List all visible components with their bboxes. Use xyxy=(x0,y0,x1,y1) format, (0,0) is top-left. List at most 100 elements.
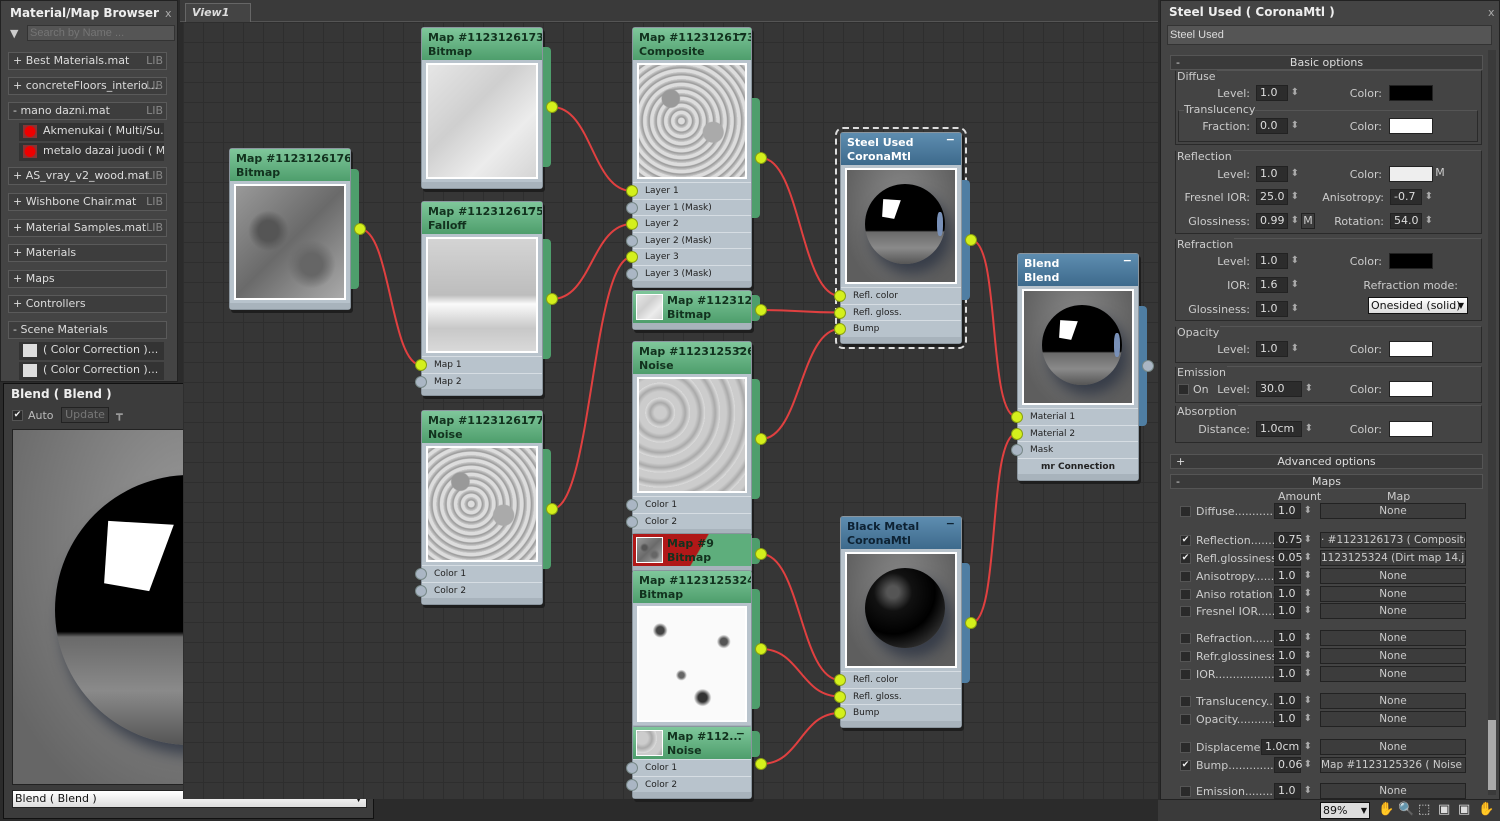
map-button[interactable]: Map #1123125326 ( Noise ) xyxy=(1320,757,1466,773)
map-enable-checkbox[interactable]: ✔ xyxy=(1180,553,1191,564)
field-spinner[interactable]: 1.0 xyxy=(1256,85,1299,101)
options-dropdown-icon[interactable]: ▼ xyxy=(10,27,18,40)
map-amount-spinner[interactable]: 1.0cm xyxy=(1261,739,1312,755)
map-button[interactable]: None xyxy=(1320,586,1466,602)
input-socket[interactable] xyxy=(626,515,638,528)
zoom-icon[interactable]: 🔍 xyxy=(1398,802,1414,817)
map-amount-spinner[interactable]: 1.0 xyxy=(1274,568,1312,584)
map-button[interactable]: None xyxy=(1320,711,1466,727)
map-enable-checkbox[interactable] xyxy=(1180,786,1191,797)
node-composite[interactable]: Map #1123126173 Composite − Layer 1 Layer 1 … xyxy=(626,27,767,288)
library-item[interactable]: Akmenukai ( Multi/Su... xyxy=(19,123,164,141)
output-socket[interactable] xyxy=(965,617,977,629)
input-socket[interactable] xyxy=(834,690,846,703)
input-socket[interactable] xyxy=(834,323,846,335)
map-button[interactable]: None xyxy=(1320,693,1466,709)
map-enable-checkbox[interactable]: ✔ xyxy=(1180,535,1191,546)
field-spinner[interactable]: 0.0 xyxy=(1256,118,1299,134)
node-resize-grip[interactable] xyxy=(230,303,350,309)
library-item[interactable]: + Material Samples.mat LIB xyxy=(8,219,167,237)
minimize-icon[interactable]: − xyxy=(527,411,536,425)
node-header[interactable]: Map #1123126173 Composite − xyxy=(633,28,751,60)
library-item[interactable]: - mano dazni.mat LIB xyxy=(8,102,167,120)
update-button[interactable]: Update xyxy=(61,407,109,423)
minimize-icon[interactable]: − xyxy=(1123,254,1132,268)
node-bitmap[interactable]: Map #1123125324 Bitmap xyxy=(632,570,767,732)
library-item[interactable]: + Controllers xyxy=(8,295,167,313)
input-socket[interactable] xyxy=(626,251,638,263)
map-enable-checkbox[interactable] xyxy=(1180,696,1191,707)
minimize-icon[interactable]: − xyxy=(736,727,745,741)
map-enable-checkbox[interactable] xyxy=(1180,589,1191,600)
node-resize-grip[interactable] xyxy=(841,336,961,343)
node-resize-grip[interactable] xyxy=(422,389,542,395)
map-button[interactable]: None xyxy=(1320,568,1466,584)
node-blend[interactable]: Blend Blend − Material 1 Material 2 Mask mr Co… xyxy=(1011,253,1154,481)
scrollbar[interactable] xyxy=(1488,50,1496,795)
color-swatch[interactable] xyxy=(1389,421,1433,437)
node-bitmap[interactable]: Map #1123126176 Bitmap xyxy=(229,148,366,310)
color-swatch[interactable] xyxy=(1389,166,1433,182)
library-item[interactable]: + Materials xyxy=(8,244,167,262)
library-item[interactable]: + AS_vray_v2_wood.mat LIB xyxy=(8,167,167,185)
map-button[interactable]: None xyxy=(1320,503,1466,519)
output-socket[interactable] xyxy=(755,304,767,316)
minimize-icon[interactable]: − xyxy=(527,202,536,216)
node-header[interactable]: Map #1123125326 Noise − xyxy=(633,342,751,374)
input-socket[interactable] xyxy=(626,499,638,511)
node-resize-grip[interactable] xyxy=(841,720,961,727)
map-button[interactable]: None xyxy=(1320,739,1466,755)
node-header[interactable]: Map #1123126173 Bitmap xyxy=(422,28,542,60)
map-enable-checkbox[interactable] xyxy=(1180,571,1191,582)
material-name-input[interactable] xyxy=(1167,25,1492,45)
minimize-icon[interactable]: − xyxy=(946,133,955,147)
node-header[interactable]: Map #1123126177 Noise − xyxy=(422,411,542,443)
pan-to-selected-icon[interactable]: ✋ xyxy=(1478,802,1494,817)
node-coronamtl[interactable]: Black Metal CoronaMtl − Refl. color Refl. gl… xyxy=(834,516,977,728)
zoom-region-icon[interactable]: ⬚ xyxy=(1418,802,1430,817)
input-socket[interactable] xyxy=(415,375,427,388)
map-amount-spinner[interactable]: 1.0 xyxy=(1274,666,1312,682)
map-amount-spinner[interactable]: 1.0 xyxy=(1274,648,1312,664)
search-input[interactable] xyxy=(27,25,175,41)
library-item[interactable]: metalo dazai juodi ( M... xyxy=(19,143,164,161)
input-socket[interactable] xyxy=(626,218,638,230)
input-socket[interactable] xyxy=(415,568,427,580)
input-socket[interactable] xyxy=(415,359,427,371)
input-socket[interactable] xyxy=(415,584,427,597)
input-socket[interactable] xyxy=(626,185,638,197)
node-header[interactable]: Map #112312...Bitmap xyxy=(633,291,751,323)
map-amount-spinner[interactable]: 0.75 xyxy=(1274,532,1312,548)
input-socket[interactable] xyxy=(626,762,638,774)
node-header[interactable]: Map #1123126176 Bitmap xyxy=(230,149,350,181)
color-swatch[interactable] xyxy=(1389,381,1433,397)
field-spinner[interactable]: 1.6 xyxy=(1256,277,1299,293)
map-amount-spinner[interactable]: 0.05 xyxy=(1274,550,1312,566)
map-button[interactable]: None xyxy=(1320,630,1466,646)
auto-checkbox[interactable]: ✔ xyxy=(12,410,23,421)
node-bitmap[interactable]: Map #9 Bitmap xyxy=(632,533,767,573)
display-options-icon[interactable]: ┳ xyxy=(116,408,123,421)
library-item[interactable]: - Scene Materials xyxy=(8,321,167,339)
node-bitmap[interactable]: Map #1123126173 Bitmap xyxy=(421,27,558,189)
zoom-dropdown[interactable]: 89% ▼ xyxy=(1320,802,1370,819)
map-enable-checkbox[interactable] xyxy=(1180,506,1191,517)
field-spinner[interactable]: -0.7 xyxy=(1390,189,1433,205)
input-socket[interactable] xyxy=(1011,411,1023,423)
map-amount-spinner[interactable]: 1.0 xyxy=(1274,711,1312,727)
library-item[interactable]: + Maps xyxy=(8,270,167,288)
node-noise[interactable]: Map #1123126177 Noise − Color 1 Color 2 xyxy=(415,410,558,605)
node-bitmap[interactable]: Map #112312...Bitmap xyxy=(632,290,767,330)
input-socket[interactable] xyxy=(834,674,846,686)
map-enable-checkbox[interactable]: ✔ xyxy=(1180,760,1191,771)
mr-connection-rollout[interactable]: mr Connection xyxy=(1018,457,1138,475)
input-socket[interactable] xyxy=(626,234,638,247)
map-button[interactable]: M xyxy=(1434,166,1446,182)
node-resize-grip[interactable] xyxy=(633,281,751,287)
maps-rollout[interactable]: - Maps xyxy=(1170,474,1483,489)
color-swatch[interactable] xyxy=(1389,118,1433,134)
minimize-icon[interactable]: − xyxy=(736,28,745,42)
minimize-icon[interactable]: − xyxy=(946,517,955,531)
library-item[interactable]: + Best Materials.mat LIB xyxy=(8,52,167,70)
input-socket[interactable] xyxy=(626,201,638,214)
